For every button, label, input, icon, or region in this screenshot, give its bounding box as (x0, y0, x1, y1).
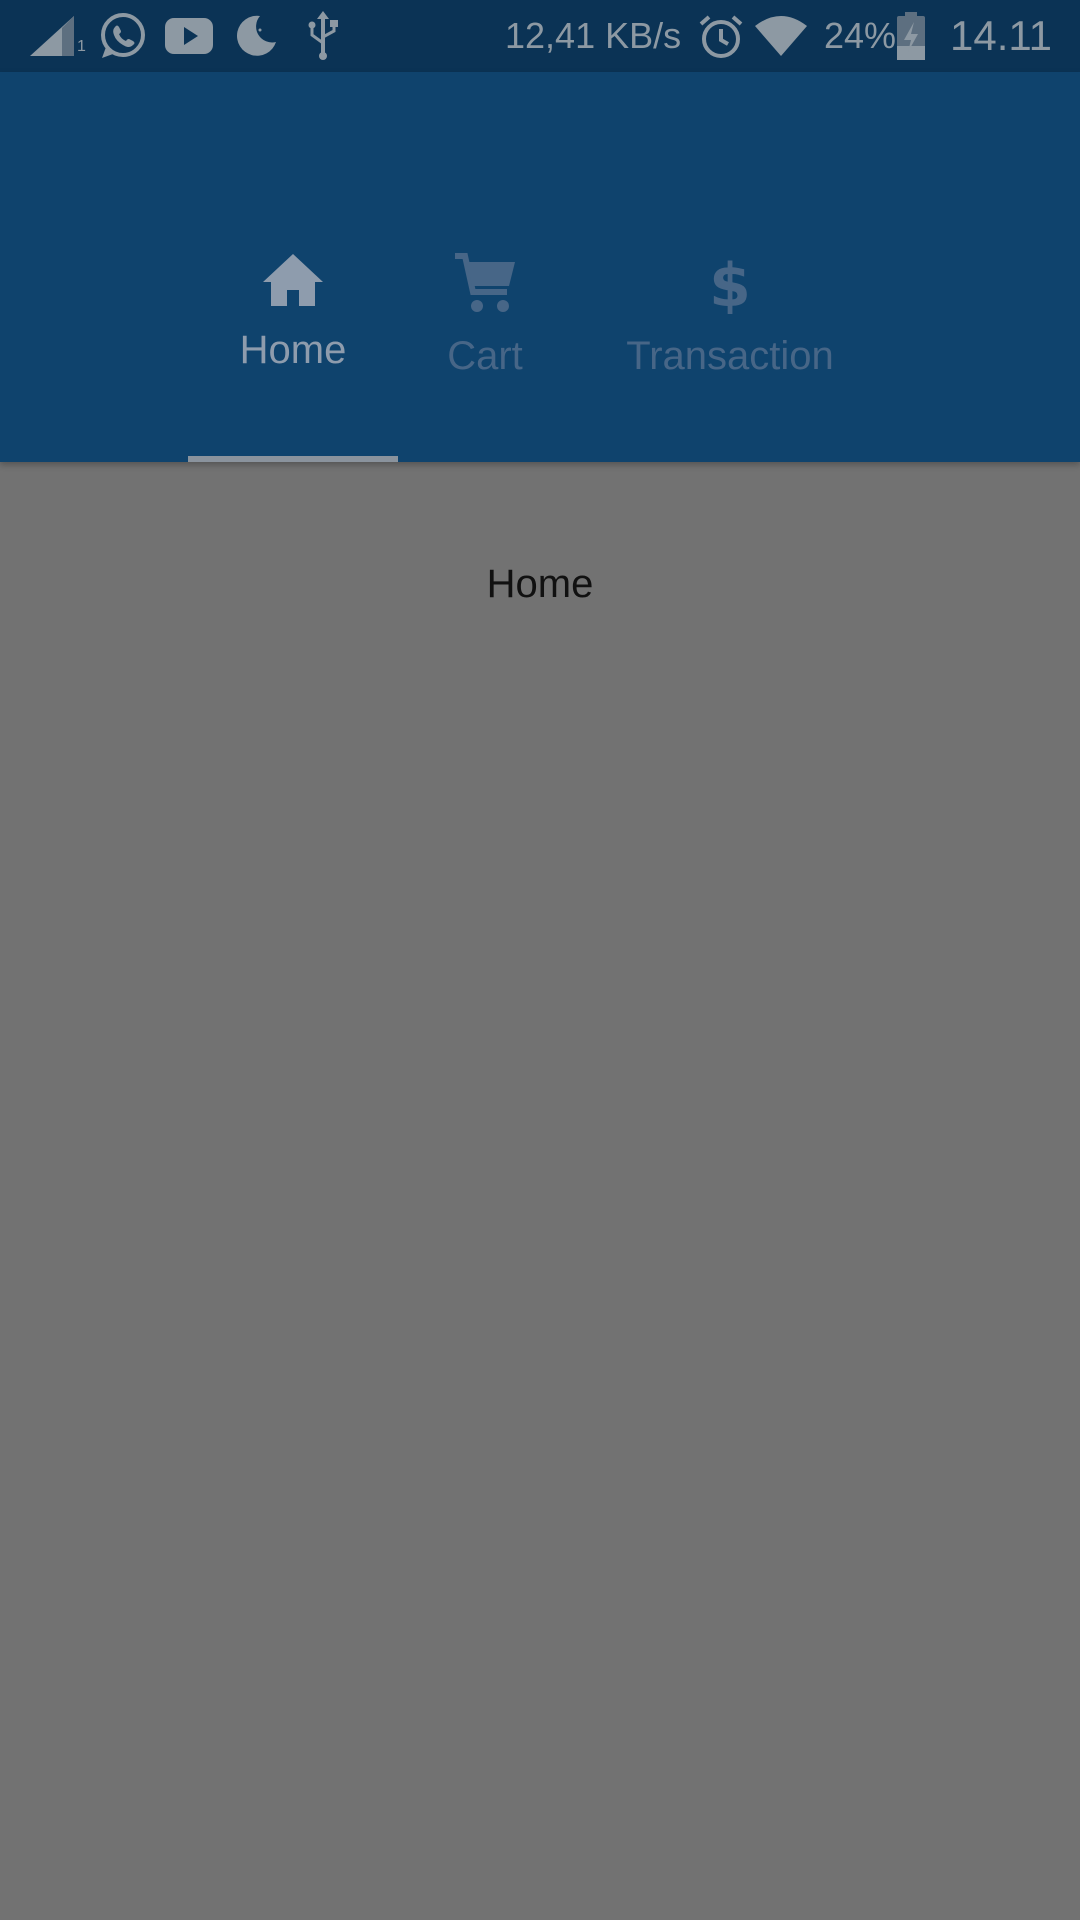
usb-icon (308, 11, 338, 60)
tab-indicator (188, 456, 398, 462)
app-bar: Home Cart $ Transaction (0, 72, 1080, 462)
whatsapp-icon (101, 13, 145, 58)
status-bar: 1 12,41 KB/s 24% 14.11 (0, 0, 1080, 72)
page-title: Home (486, 562, 594, 606)
tab-home[interactable]: Home (188, 252, 398, 462)
home-icon (263, 254, 323, 306)
tab-cart[interactable]: Cart (410, 252, 560, 462)
youtube-icon (165, 18, 213, 54)
battery-percent: 24% (824, 15, 897, 56)
dollar-icon: $ (709, 252, 751, 314)
battery-charging-icon (897, 12, 925, 60)
wifi-icon (755, 16, 807, 56)
clock: 14.11 (950, 12, 1052, 59)
alarm-icon (699, 15, 743, 58)
svg-text:$: $ (709, 252, 751, 314)
tab-cart-label: Cart (447, 334, 523, 378)
tab-home-label: Home (239, 328, 347, 372)
cart-icon (455, 253, 515, 312)
network-speed: 12,41 KB/s (505, 15, 682, 56)
tab-transaction-label: Transaction (626, 334, 834, 378)
tab-transaction[interactable]: $ Transaction (600, 252, 860, 462)
night-mode-icon (236, 15, 276, 56)
signal-icon (30, 16, 74, 56)
app-screen: 1 12,41 KB/s 24% 14.11 Home Cart $ Trans… (0, 0, 1080, 1920)
sim-slot-label: 1 (77, 38, 86, 55)
